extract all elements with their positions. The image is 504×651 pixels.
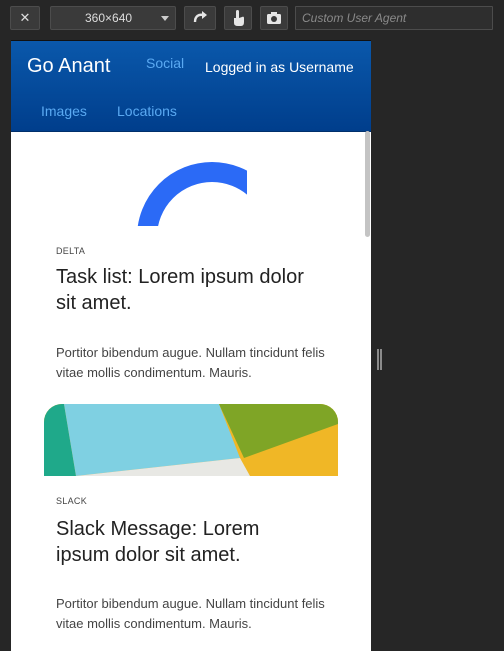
- close-device-mode-button[interactable]: ✕: [10, 6, 40, 30]
- card-title[interactable]: Slack Message: Lorem ipsum dolor sit ame…: [56, 516, 316, 568]
- camera-icon: [267, 12, 281, 24]
- rotate-button[interactable]: [184, 6, 216, 30]
- card-title[interactable]: Task list: Lorem ipsum dolor sit amet.: [56, 264, 316, 316]
- card-tag: DELTA: [56, 246, 86, 256]
- viewport-resize-handle[interactable]: [377, 349, 382, 370]
- device-toolbar: ✕ 360×640: [0, 0, 504, 36]
- close-icon: ✕: [19, 10, 31, 25]
- nav-link-images[interactable]: Images: [41, 103, 87, 119]
- rotate-icon: [193, 11, 207, 23]
- user-agent-input[interactable]: [295, 6, 493, 30]
- delta-logo-image: [137, 162, 247, 226]
- slack-banner-image: [44, 404, 338, 476]
- touch-emulation-button[interactable]: [224, 6, 252, 30]
- nav-link-locations[interactable]: Locations: [117, 103, 177, 119]
- device-size-select[interactable]: 360×640: [50, 6, 176, 30]
- brand-logo-text[interactable]: Go Anant: [27, 55, 110, 78]
- card-text: Portitor bibendum augue. Nullam tincidun…: [56, 596, 325, 631]
- card-tag: SLACK: [56, 496, 88, 506]
- screenshot-button[interactable]: [260, 6, 288, 30]
- card-text: Portitor bibendum augue. Nullam tincidun…: [56, 345, 325, 380]
- touch-icon: [234, 10, 244, 26]
- app-navbar: Go Anant Social Logged in as Username Im…: [11, 41, 371, 132]
- nav-link-social[interactable]: Social: [146, 55, 184, 71]
- device-size-value: 360×640: [85, 11, 133, 25]
- logged-in-user-text: Logged in as Username: [205, 59, 354, 75]
- chevron-down-icon: [161, 16, 169, 21]
- viewport-scrollbar[interactable]: [365, 131, 370, 237]
- device-viewport[interactable]: Go Anant Social Logged in as Username Im…: [11, 40, 371, 651]
